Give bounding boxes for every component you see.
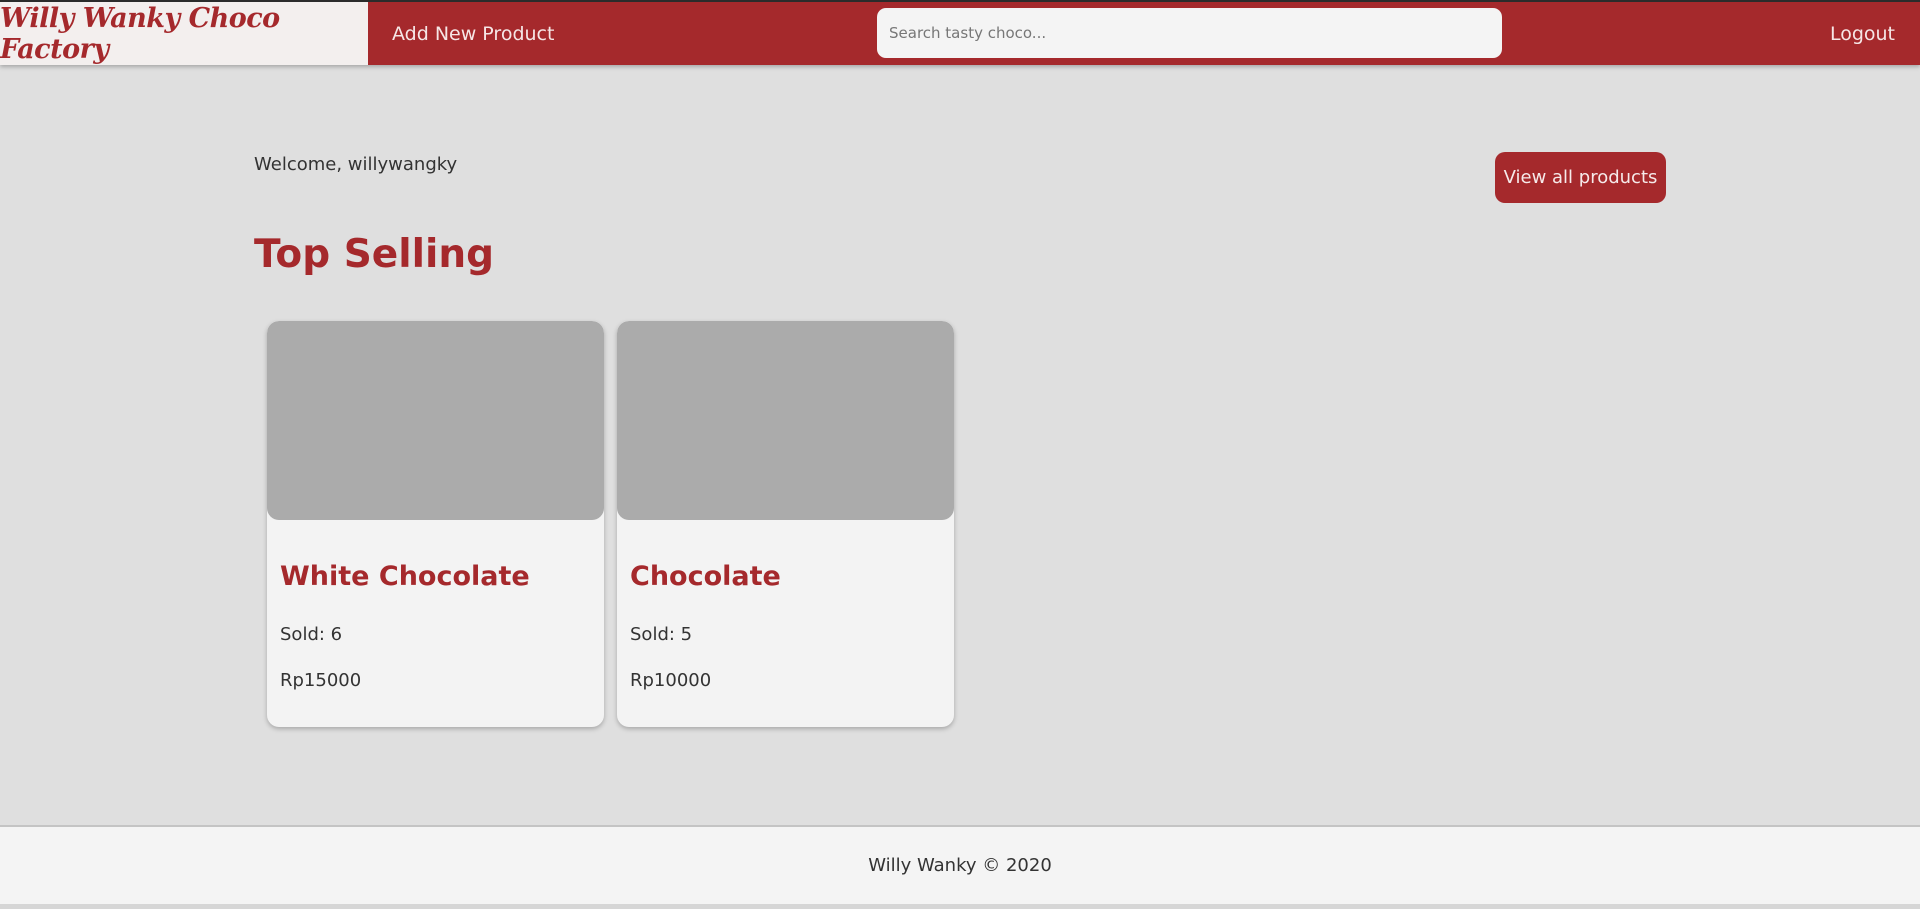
product-sold: Sold: 5: [630, 624, 693, 645]
view-all-products-button[interactable]: View all products: [1495, 152, 1666, 203]
product-name: White Chocolate: [280, 561, 530, 592]
logout-link[interactable]: Logout: [1830, 2, 1895, 65]
brand-logo[interactable]: Willy Wanky Choco Factory: [0, 2, 368, 65]
product-image: [617, 321, 954, 520]
footer: Willy Wanky © 2020: [0, 825, 1920, 904]
top-navbar: Willy Wanky Choco Factory Add New Produc…: [0, 0, 1920, 65]
search-input[interactable]: [877, 8, 1502, 58]
product-name: Chocolate: [630, 561, 781, 592]
bottom-divider: [0, 904, 1920, 909]
product-card-chocolate[interactable]: Chocolate Sold: 5 Rp10000: [617, 321, 954, 727]
product-price: Rp15000: [280, 670, 362, 691]
top-selling-heading: Top Selling: [254, 232, 495, 277]
add-new-product-link[interactable]: Add New Product: [392, 2, 554, 65]
product-image: [267, 321, 604, 520]
product-sold: Sold: 6: [280, 624, 343, 645]
product-card-white-chocolate[interactable]: White Chocolate Sold: 6 Rp15000: [267, 321, 604, 727]
welcome-text: Welcome, willywangky: [254, 154, 458, 175]
footer-text: Willy Wanky © 2020: [868, 855, 1052, 876]
product-price: Rp10000: [630, 670, 712, 691]
